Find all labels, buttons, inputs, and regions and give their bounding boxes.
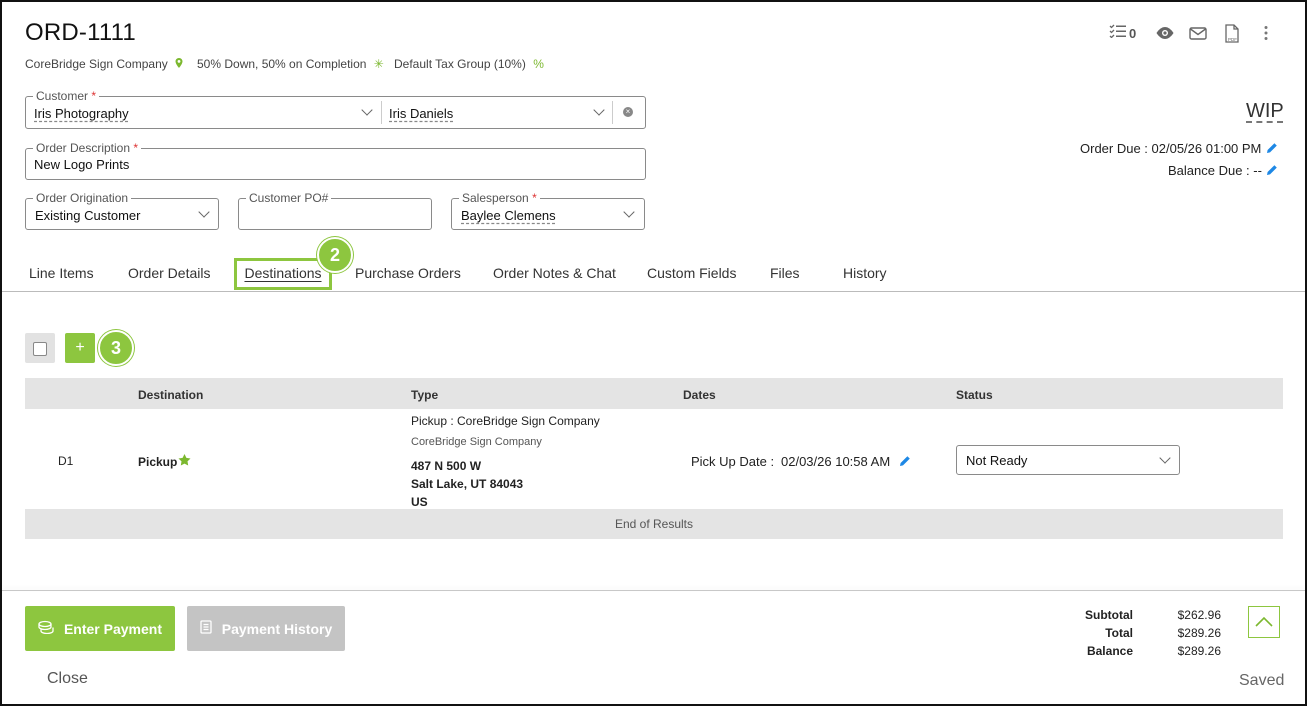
payment-history-button[interactable]: Payment History (187, 606, 345, 651)
salesperson-value: Baylee Clemens (461, 208, 556, 223)
chevron-down-icon[interactable] (361, 104, 373, 116)
total-value: $289.26 (1177, 626, 1221, 640)
table-row[interactable]: D1 Pickup Pickup : CoreBridge Sign Compa… (25, 409, 1283, 509)
order-number: ORD-1111 (25, 19, 136, 46)
pickup-date-label: Pick Up Date : (691, 454, 775, 469)
tab-line-items[interactable]: Line Items (29, 265, 94, 281)
description-value: New Logo Prints (34, 157, 130, 172)
order-description-field[interactable]: Order Description * New Logo Prints (25, 141, 646, 180)
contact-value: Iris Daniels (389, 106, 454, 121)
address-line-1: 487 N 500 W (411, 459, 482, 473)
save-status: Saved (1239, 672, 1285, 689)
tab-files[interactable]: Files (770, 265, 800, 281)
type-company: CoreBridge Sign Company (411, 436, 542, 448)
close-button[interactable]: Close (47, 670, 88, 688)
payment-history-label: Payment History (221, 620, 333, 637)
chevron-down-icon (623, 206, 635, 218)
svg-text:PDF: PDF (1228, 37, 1237, 42)
asterisk-icon: ✳ (373, 57, 384, 71)
pickup-date-value: 02/03/26 10:58 AM (781, 454, 891, 469)
column-destination: Destination (138, 388, 204, 402)
tax-group-info: Default Tax Group (10%) % (394, 57, 544, 71)
task-count: 0 (1129, 26, 1137, 41)
tab-custom-fields[interactable]: Custom Fields (647, 265, 736, 281)
more-options-icon[interactable] (1264, 25, 1268, 46)
origination-label: Order Origination (33, 191, 132, 205)
enter-payment-label: Enter Payment (63, 620, 163, 637)
type-line: Pickup : CoreBridge Sign Company (411, 414, 600, 428)
tax-group: Default Tax Group (10%) (394, 57, 526, 71)
table-header (25, 378, 1283, 409)
total-label: Total $289.26 (1105, 626, 1221, 640)
order-due: Order Due : 02/05/26 01:00 PM (1080, 141, 1262, 156)
tasks-button[interactable]: 0 (1109, 24, 1136, 43)
edit-balance-due-icon[interactable] (1266, 163, 1278, 181)
salesperson-label: Salesperson * (459, 191, 540, 205)
pdf-icon[interactable]: PDF (1224, 24, 1240, 49)
order-window: ORD-1111 CoreBridge Sign Company 50% Dow… (0, 0, 1307, 706)
balance-value: $289.26 (1177, 644, 1221, 658)
star-icon (178, 454, 191, 469)
subtotal-value: $262.96 (1177, 608, 1221, 622)
money-icon (38, 620, 54, 637)
order-status[interactable]: WIP (1246, 100, 1284, 123)
step-badge-2: 2 (317, 237, 353, 273)
salesperson-select[interactable]: Salesperson * Baylee Clemens (451, 191, 645, 230)
destination-name: Pickup (138, 454, 191, 469)
column-status: Status (956, 388, 993, 402)
select-all-container (25, 333, 55, 363)
checklist-icon (1109, 24, 1127, 43)
document-icon (200, 620, 212, 637)
tab-order-notes-chat[interactable]: Order Notes & Chat (493, 265, 616, 281)
destination-id: D1 (58, 454, 74, 468)
chevron-down-icon (198, 206, 210, 218)
enter-payment-button[interactable]: Enter Payment (25, 606, 175, 651)
percent-icon: % (533, 57, 544, 71)
chevron-up-icon (1255, 616, 1273, 627)
tab-order-details[interactable]: Order Details (128, 265, 210, 281)
location-pin-icon (175, 57, 183, 71)
company-name: CoreBridge Sign Company (25, 57, 168, 71)
footer-divider (2, 590, 1305, 591)
edit-pickup-date-icon[interactable] (899, 454, 911, 472)
status-select[interactable]: Not Ready (956, 445, 1180, 475)
end-of-results: End of Results (25, 509, 1283, 539)
balance-due: Balance Due : -- (1168, 163, 1262, 178)
address-line-3: US (411, 495, 428, 509)
step-badge-3: 3 (98, 330, 134, 366)
status-value: Not Ready (966, 453, 1028, 468)
email-icon[interactable] (1189, 27, 1207, 45)
scroll-top-button[interactable] (1248, 606, 1280, 638)
tab-destinations[interactable]: Destinations (234, 258, 332, 290)
eye-icon[interactable] (1155, 26, 1175, 45)
edit-order-due-icon[interactable] (1266, 141, 1278, 159)
customer-field[interactable]: Customer * Iris Photography Iris Daniels… (25, 89, 646, 129)
tabs-divider (2, 291, 1305, 292)
customer-po-field[interactable]: Customer PO# (238, 191, 432, 230)
chevron-down-icon (1159, 452, 1171, 464)
field-divider (381, 101, 382, 124)
order-origination-select[interactable]: Order Origination Existing Customer (25, 191, 219, 230)
tab-purchase-orders[interactable]: Purchase Orders (355, 265, 461, 281)
column-type: Type (411, 388, 439, 402)
balance-label: Balance $289.26 (1086, 644, 1221, 658)
address-line-2: Salt Lake, UT 84043 (411, 477, 524, 491)
add-destination-button[interactable]: + (65, 333, 95, 363)
payment-terms-info: 50% Down, 50% on Completion ✳ (197, 57, 384, 71)
customer-label: Customer * (33, 89, 100, 103)
select-all-checkbox[interactable] (33, 342, 47, 356)
field-divider (612, 101, 613, 124)
description-label: Order Description * (33, 141, 142, 155)
origination-value: Existing Customer (35, 208, 141, 223)
subtotal-label: Subtotal $262.96 (1085, 608, 1221, 622)
clear-icon[interactable]: × (623, 107, 633, 117)
payment-terms: 50% Down, 50% on Completion (197, 57, 367, 71)
column-dates: Dates (683, 388, 716, 402)
chevron-down-icon[interactable] (593, 104, 605, 116)
company-info: CoreBridge Sign Company (25, 57, 183, 71)
tab-history[interactable]: History (843, 265, 887, 281)
po-label: Customer PO# (246, 191, 332, 205)
customer-value: Iris Photography (34, 106, 129, 121)
